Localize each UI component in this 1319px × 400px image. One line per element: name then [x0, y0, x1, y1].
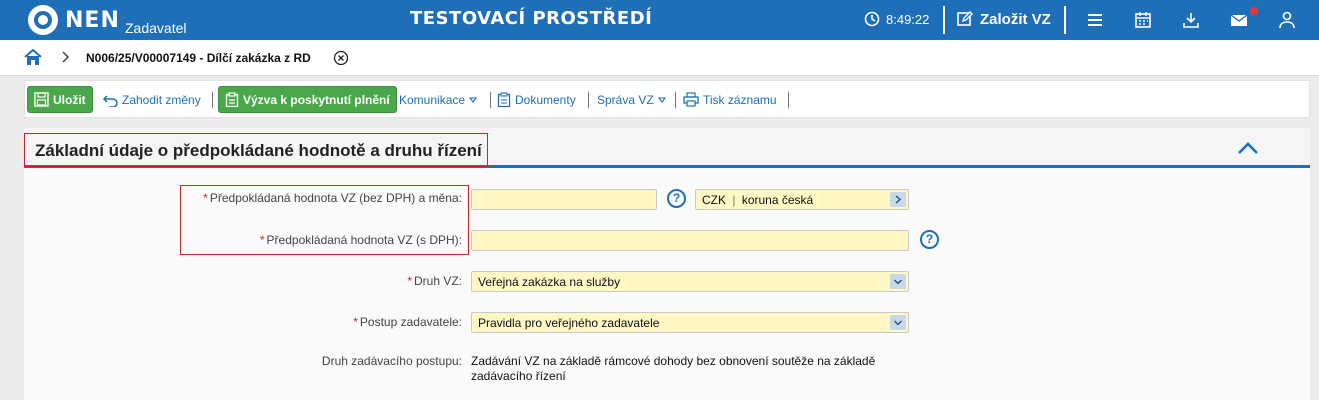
award-procedure-label: Druh zadávacího postupu: [321, 354, 462, 368]
breadcrumb: N006/25/V00007149 - Dílčí zakázka z RD [0, 40, 1319, 76]
chevron-down-icon [890, 315, 906, 330]
toolbar-separator [788, 92, 789, 108]
call-for-performance-label: Výzva k poskytnutí plnění [243, 92, 390, 107]
logo-text: NEN [65, 7, 120, 33]
session-clock: 8:49:22 [864, 11, 929, 27]
value-excl-vat-label: * Předpokládaná hodnota VZ (bez DPH) a mě… [203, 191, 462, 205]
communication-label: Komunikace [399, 92, 466, 107]
chevron-right-icon [62, 51, 70, 63]
chevron-down-icon [890, 274, 906, 289]
currency-select[interactable]: CZK | koruna česká [695, 189, 909, 210]
save-label: Uložit [53, 92, 86, 107]
calendar-icon[interactable] [1133, 10, 1153, 30]
currency-name: koruna česká [741, 193, 814, 207]
save-button[interactable]: Uložit [27, 86, 93, 113]
tender-type-select[interactable]: Veřejná zakázka na služby [471, 271, 909, 292]
create-tender-label: Založit VZ [980, 10, 1051, 28]
home-icon[interactable] [24, 49, 42, 66]
close-circle-icon[interactable] [333, 50, 349, 66]
manage-tender-label: Správa VZ [597, 92, 654, 107]
undo-icon [102, 94, 118, 107]
procedure-label: * Postup zadavatele: [353, 315, 462, 329]
clock-icon [864, 11, 880, 27]
manage-tender-menu[interactable]: Správa VZ [597, 86, 670, 113]
document-icon [497, 92, 511, 107]
value-incl-vat-input[interactable] [471, 230, 909, 251]
header-divider [943, 6, 945, 34]
help-icon[interactable]: ? [667, 189, 686, 208]
save-icon [34, 92, 49, 107]
triangle-down-icon [657, 96, 666, 103]
edit-icon [957, 11, 973, 26]
logo-subtitle: Zadavatel [125, 20, 187, 36]
nen-logo-icon [28, 5, 58, 35]
documents-label: Dokumenty [515, 92, 576, 107]
notification-dot [1250, 7, 1258, 15]
top-header: NEN Zadavatel TESTOVACÍ PROSTŘEDÍ 8:49:2… [0, 0, 1319, 40]
breadcrumb-item[interactable]: N006/25/V00007149 - Dílčí zakázka z RD [86, 51, 311, 65]
tender-type-label: * Druh VZ: [407, 274, 462, 288]
header-divider [1064, 6, 1066, 34]
value-incl-vat-label: * Předpokládaná hodnota VZ (s DPH): [259, 233, 462, 247]
call-for-performance-button[interactable]: Výzva k poskytnutí plnění [218, 86, 397, 113]
toolbar-separator [212, 92, 213, 108]
nen-logo[interactable]: NEN [28, 4, 120, 36]
print-record-link[interactable]: Tisk záznamu [683, 86, 777, 113]
award-procedure-value: Zadávání VZ na základě rámcové dohody be… [471, 354, 876, 383]
user-icon[interactable] [1277, 10, 1297, 30]
chevron-up-icon[interactable] [1237, 141, 1259, 155]
panel-header[interactable]: Základní údaje o předpokládané hodnotě a… [24, 128, 1310, 168]
tender-type-value: Veřejná zakázka na služby [478, 275, 621, 289]
environment-title: TESTOVACÍ PROSTŘEDÍ [410, 8, 653, 29]
hamburger-menu-icon[interactable] [1085, 10, 1105, 30]
create-tender-button[interactable]: Založit VZ [956, 10, 1051, 28]
discard-label: Zahodit změny [122, 92, 201, 107]
communication-menu[interactable]: Komunikace [399, 86, 481, 113]
section-title: Základní údaje o předpokládané hodnotě a… [35, 141, 482, 160]
triangle-down-icon [469, 96, 478, 103]
mail-icon[interactable] [1229, 10, 1249, 30]
toolbar-separator [588, 92, 589, 108]
action-toolbar: Uložit Zahodit změny Výzva k poskytnutí … [24, 80, 1310, 118]
procedure-value: Pravidla pro veřejného zadavatele [478, 316, 660, 330]
chevron-right-icon [890, 192, 906, 207]
documents-link[interactable]: Dokumenty [497, 86, 576, 113]
help-icon[interactable]: ? [920, 230, 939, 249]
discard-changes-link[interactable]: Zahodit změny [102, 86, 201, 113]
value-excl-vat-input[interactable] [471, 189, 657, 210]
clipboard-icon [225, 92, 239, 107]
toolbar-separator [675, 92, 676, 108]
print-record-label: Tisk záznamu [703, 92, 777, 107]
toolbar-separator [490, 92, 491, 108]
procedure-select[interactable]: Pravidla pro veřejného zadavatele [471, 312, 909, 333]
download-icon[interactable] [1181, 10, 1201, 30]
clock-time: 8:49:22 [886, 11, 930, 27]
currency-code: CZK [702, 193, 726, 207]
printer-icon [683, 92, 699, 107]
